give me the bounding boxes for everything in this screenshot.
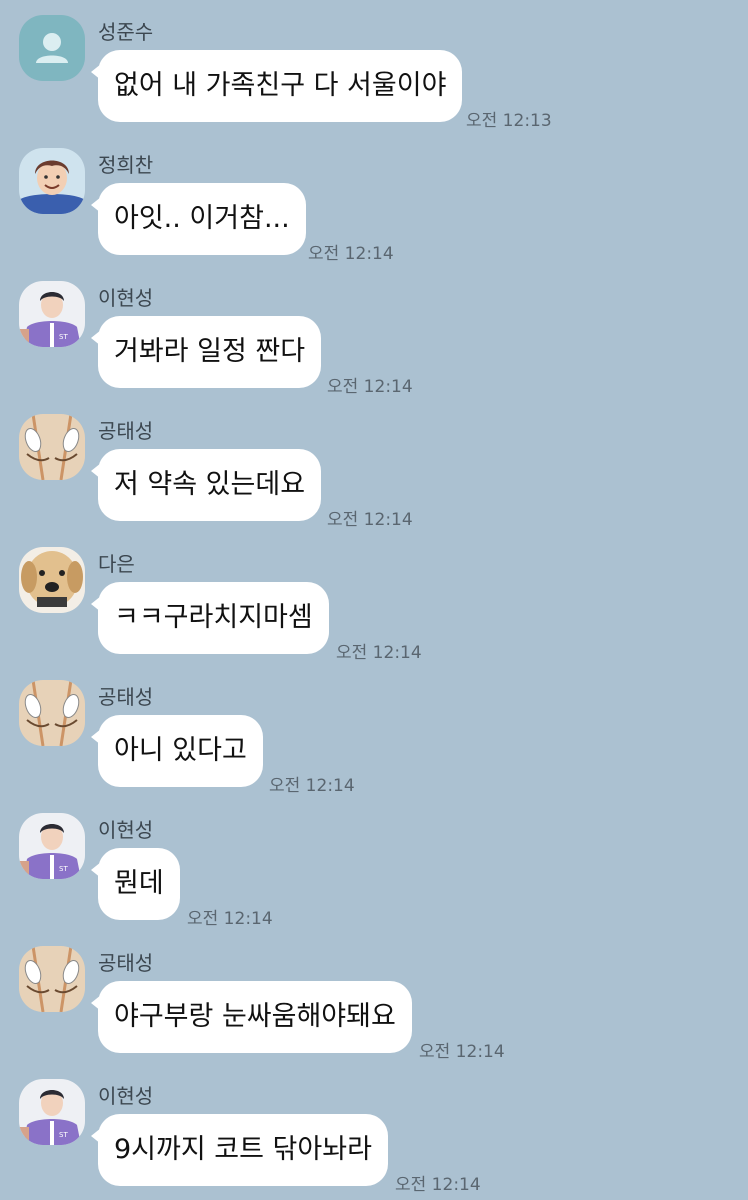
sneakers-avatar-icon[interactable] bbox=[19, 680, 85, 746]
default-profile-icon[interactable] bbox=[19, 15, 85, 81]
sender-name: 다은 bbox=[98, 552, 135, 576]
svg-text:ST: ST bbox=[59, 333, 68, 341]
smiling-boy-avatar-icon[interactable] bbox=[19, 148, 85, 214]
message-time: 오전 12:14 bbox=[395, 1175, 481, 1195]
sender-name: 공태성 bbox=[98, 419, 154, 443]
chat-message: ST 이현성 9시까지 코트 닦아놔라 오전 12:14 bbox=[0, 1066, 748, 1199]
message-bubble[interactable]: 없어 내 가족친구 다 서울이야 bbox=[90, 50, 463, 122]
message-time: 오전 12:14 bbox=[327, 377, 413, 397]
message-bubble[interactable]: 거봐라 일정 짠다 bbox=[90, 316, 322, 388]
sender-name: 이현성 bbox=[98, 286, 154, 310]
chat-message: 공태성 저 약속 있는데요 오전 12:14 bbox=[0, 401, 748, 534]
message-bubble[interactable]: 아잇.. 이거참... bbox=[91, 183, 306, 255]
message-time: 오전 12:14 bbox=[336, 643, 422, 663]
message-time: 오전 12:14 bbox=[419, 1042, 505, 1062]
chat-message: 성준수 없어 내 가족친구 다 서울이야 오전 12:13 bbox=[0, 2, 748, 135]
sender-name: 이현성 bbox=[98, 818, 154, 842]
message-bubble[interactable]: 야구부랑 눈싸움해야돼요 bbox=[91, 981, 412, 1053]
svg-text:ST: ST bbox=[59, 1131, 68, 1139]
message-time: 오전 12:14 bbox=[327, 510, 413, 530]
message-time: 오전 12:14 bbox=[187, 909, 273, 929]
chat-message: ST 이현성 뭔데 오전 12:14 bbox=[0, 800, 748, 933]
sender-name: 정희찬 bbox=[98, 153, 154, 177]
sender-name: 공태성 bbox=[98, 951, 154, 975]
purple-jersey-avatar-icon[interactable]: ST bbox=[19, 281, 85, 347]
purple-jersey-avatar-icon[interactable]: ST bbox=[19, 1079, 85, 1145]
sender-name: 성준수 bbox=[98, 20, 154, 44]
puppy-avatar-icon[interactable] bbox=[19, 547, 85, 613]
sneakers-avatar-icon[interactable] bbox=[19, 414, 85, 480]
svg-text:ST: ST bbox=[59, 865, 68, 873]
chat-message: 공태성 야구부랑 눈싸움해야돼요 오전 12:14 bbox=[0, 933, 748, 1066]
purple-jersey-avatar-icon[interactable]: ST bbox=[19, 813, 85, 879]
chat-message: 다은 ㅋㅋ구라치지마셈 오전 12:14 bbox=[0, 534, 748, 667]
sender-name: 공태성 bbox=[98, 685, 154, 709]
message-bubble[interactable]: 저 약속 있는데요 bbox=[90, 449, 322, 521]
message-bubble[interactable]: 아니 있다고 bbox=[91, 715, 263, 787]
message-time: 오전 12:14 bbox=[269, 776, 355, 796]
chat-message: ST 이현성 거봐라 일정 짠다 오전 12:14 bbox=[0, 268, 748, 401]
sender-name: 이현성 bbox=[98, 1084, 154, 1108]
chat-message: 공태성 아니 있다고 오전 12:14 bbox=[0, 667, 748, 800]
message-time: 오전 12:14 bbox=[308, 244, 394, 264]
message-bubble[interactable]: 뭔데 bbox=[91, 848, 180, 920]
message-time: 오전 12:13 bbox=[466, 111, 552, 131]
sneakers-avatar-icon[interactable] bbox=[19, 946, 85, 1012]
message-bubble[interactable]: 9시까지 코트 닦아놔라 bbox=[91, 1114, 388, 1186]
message-bubble[interactable]: ㅋㅋ구라치지마셈 bbox=[91, 582, 329, 654]
chat-message: 정희찬 아잇.. 이거참... 오전 12:14 bbox=[0, 135, 748, 268]
